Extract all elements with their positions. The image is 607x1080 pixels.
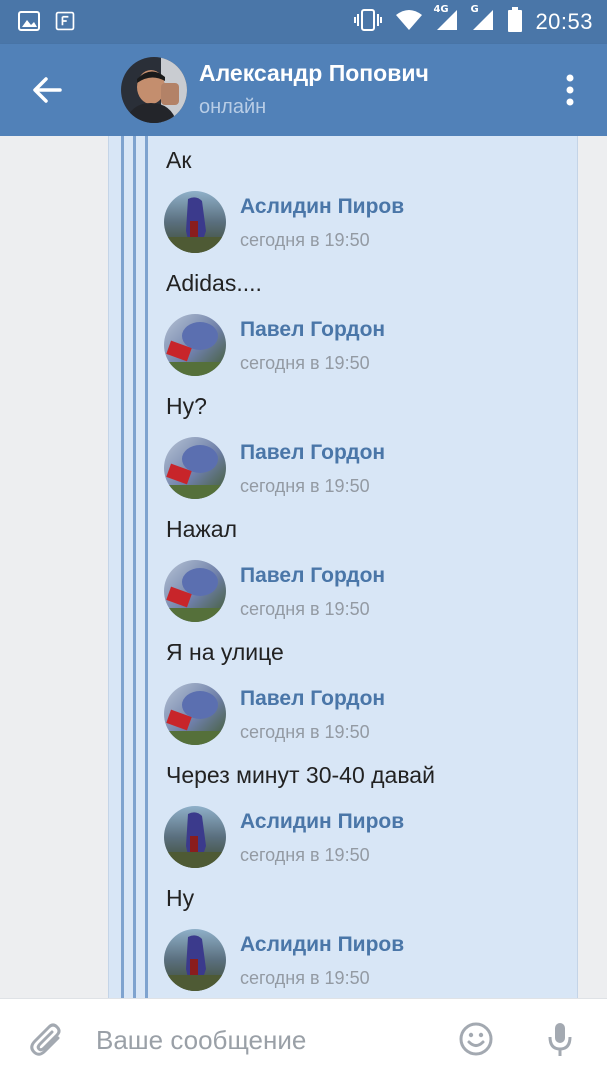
message-text: Ак bbox=[166, 147, 192, 173]
message-author[interactable]: Павел Гордон bbox=[240, 441, 385, 465]
message-text: Нажал bbox=[166, 516, 237, 542]
avatar[interactable] bbox=[164, 314, 226, 376]
clock: 20:53 bbox=[535, 9, 593, 34]
image-icon bbox=[18, 8, 40, 34]
status-bar: 4G G 20:53 bbox=[0, 0, 607, 44]
forward-indent-line bbox=[145, 136, 148, 998]
flipboard-icon bbox=[54, 8, 76, 34]
more-vert-icon[interactable] bbox=[556, 72, 584, 108]
message-author[interactable]: Аслидин Пиров bbox=[240, 195, 404, 219]
avatar[interactable] bbox=[164, 806, 226, 868]
mic-icon[interactable] bbox=[546, 1021, 574, 1059]
forward-indent-line bbox=[133, 136, 136, 998]
message-time: сегодня в 19:50 bbox=[240, 722, 370, 742]
forward-indent-line bbox=[121, 136, 124, 998]
message-time: сегодня в 19:50 bbox=[240, 476, 370, 496]
message-author[interactable]: Аслидин Пиров bbox=[240, 810, 404, 834]
back-arrow-icon[interactable] bbox=[28, 70, 68, 110]
message-author[interactable]: Павел Гордон bbox=[240, 318, 385, 342]
battery-icon bbox=[507, 7, 523, 37]
message-text: Adidas.... bbox=[166, 270, 262, 296]
vibrate-icon bbox=[353, 8, 383, 36]
attach-icon[interactable] bbox=[28, 1021, 66, 1059]
message-time: сегодня в 19:50 bbox=[240, 230, 370, 250]
avatar[interactable] bbox=[164, 929, 226, 991]
avatar[interactable] bbox=[164, 191, 226, 253]
avatar[interactable] bbox=[164, 560, 226, 622]
signal-icon: 4G bbox=[433, 4, 459, 36]
message-author[interactable]: Павел Гордон bbox=[240, 687, 385, 711]
message-time: сегодня в 19:50 bbox=[240, 968, 370, 988]
message-time: сегодня в 19:50 bbox=[240, 845, 370, 865]
wifi-icon bbox=[395, 9, 423, 35]
avatar[interactable] bbox=[164, 683, 226, 745]
message-author[interactable]: Аслидин Пиров bbox=[240, 933, 404, 957]
message-compose-bar: Ваше сообщение bbox=[0, 998, 607, 1080]
message-text: Через минут 30-40 давай bbox=[166, 762, 435, 788]
message-list[interactable]: Ак Аслидин Пиров сегодня в 19:50 Adidas.… bbox=[0, 136, 607, 998]
contact-status: онлайн bbox=[199, 96, 267, 118]
signal-icon: G bbox=[470, 4, 495, 36]
emoji-icon[interactable] bbox=[458, 1021, 494, 1057]
message-time: сегодня в 19:50 bbox=[240, 353, 370, 373]
message-text: Ну? bbox=[166, 393, 207, 419]
contact-avatar[interactable] bbox=[121, 57, 187, 123]
avatar[interactable] bbox=[164, 437, 226, 499]
message-text: Ну bbox=[166, 885, 195, 911]
message-time: сегодня в 19:50 bbox=[240, 599, 370, 619]
message-text: Я на улице bbox=[166, 639, 284, 665]
message-author[interactable]: Павел Гордон bbox=[240, 564, 385, 588]
message-input[interactable]: Ваше сообщение bbox=[96, 1025, 306, 1056]
chat-header: Александр Попович онлайн bbox=[0, 44, 607, 136]
contact-name[interactable]: Александр Попович bbox=[199, 60, 429, 87]
